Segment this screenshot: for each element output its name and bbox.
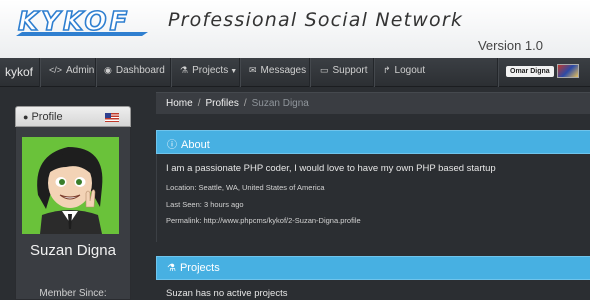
about-last-seen: Last Seen: 3 hours ago [166,200,244,209]
profile-panel-header: ● Profile [15,106,131,127]
kykof-logo[interactable]: KYKOF [14,6,150,40]
user-avatar [556,64,579,78]
about-panel-header: ⓘ About [156,130,590,154]
nav-item-admin[interactable]: </> Admin [49,65,94,76]
about-title-label: About [181,139,210,151]
user-icon: ● [23,112,29,122]
breadcrumb-separator: / [197,98,201,109]
share-icon: ↱ [383,65,391,75]
profile-avatar [22,137,119,234]
flask-icon: ⚗ [167,263,176,274]
nav-divider [39,58,40,87]
nav-item-messages[interactable]: ✉ Messages [249,65,306,76]
user-name-badge: Omar Digna [506,65,554,77]
projects-empty-text: Suzan has no active projects [166,288,288,299]
breadcrumb-separator: / [243,98,247,109]
breadcrumb-profiles[interactable]: Profiles [205,98,238,109]
projects-panel-title: ⚗ Projects [167,262,220,274]
nav-item-label: Admin [66,65,95,76]
caret-down-icon: ▼ [230,68,238,75]
nav-divider [170,58,171,87]
profile-header-label: Profile [31,111,63,123]
nav-item-label: Dashboard [115,65,165,76]
svg-text:KYKOF: KYKOF [18,7,130,37]
envelope-icon: ✉ [249,65,257,75]
nav-divider [95,58,96,87]
about-panel-title: ⓘ About [167,136,210,151]
nav-item-support[interactable]: ▭ Support [320,65,368,76]
projects-panel-header: ⚗ Projects [156,256,590,280]
header-banner: KYKOF Professional Social Network Versio… [0,0,590,58]
projects-title-label: Projects [179,262,220,274]
breadcrumb: Home / Profiles / Suzan Digna [156,92,590,114]
flask-icon: ⚗ [180,65,189,75]
version-label: Version 1.0 [477,38,543,53]
us-flag-icon [105,113,119,122]
profile-panel-title: ● Profile [23,111,63,123]
nav-item-label: Projects [192,65,229,76]
breadcrumb-current: Suzan Digna [251,98,309,109]
navbar-brand[interactable]: kykof [5,65,33,79]
nav-item-label: Messages [260,65,307,76]
profile-name: Suzan Digna [30,242,116,259]
nav-divider [309,58,310,87]
breadcrumb-home[interactable]: Home [166,98,193,109]
user-menu[interactable]: Omar Digna [506,63,579,79]
nav-divider [497,58,498,87]
avatar-illustration [22,137,119,234]
member-since-label: Member Since: [39,288,107,299]
tagline: Professional Social Network [168,9,464,31]
code-icon: </> [49,65,63,75]
dashboard-icon: ◉ [104,65,112,75]
nav-item-label: Support [332,65,368,76]
nav-item-dashboard[interactable]: ◉ Dashboard [104,65,165,76]
nav-divider [239,58,240,87]
nav-item-label: Logout [394,65,426,76]
about-permalink[interactable]: Permalink: http://www.phpcms/kykof/2-Suz… [166,216,361,225]
about-location: Location: Seattle, WA, United States of … [166,183,325,192]
nav-item-projects[interactable]: ⚗ Projects ▼ [180,65,237,76]
nav-divider [373,58,374,87]
nav-item-logout[interactable]: ↱ Logout [383,65,425,76]
about-bio: I am a passionate PHP coder, I would lov… [166,163,496,174]
info-icon: ⓘ [167,140,177,151]
monitor-icon: ▭ [320,65,329,75]
top-navbar: kykof </> Admin ◉ Dashboard ⚗ Projects ▼ ✉ Me… [0,58,590,87]
